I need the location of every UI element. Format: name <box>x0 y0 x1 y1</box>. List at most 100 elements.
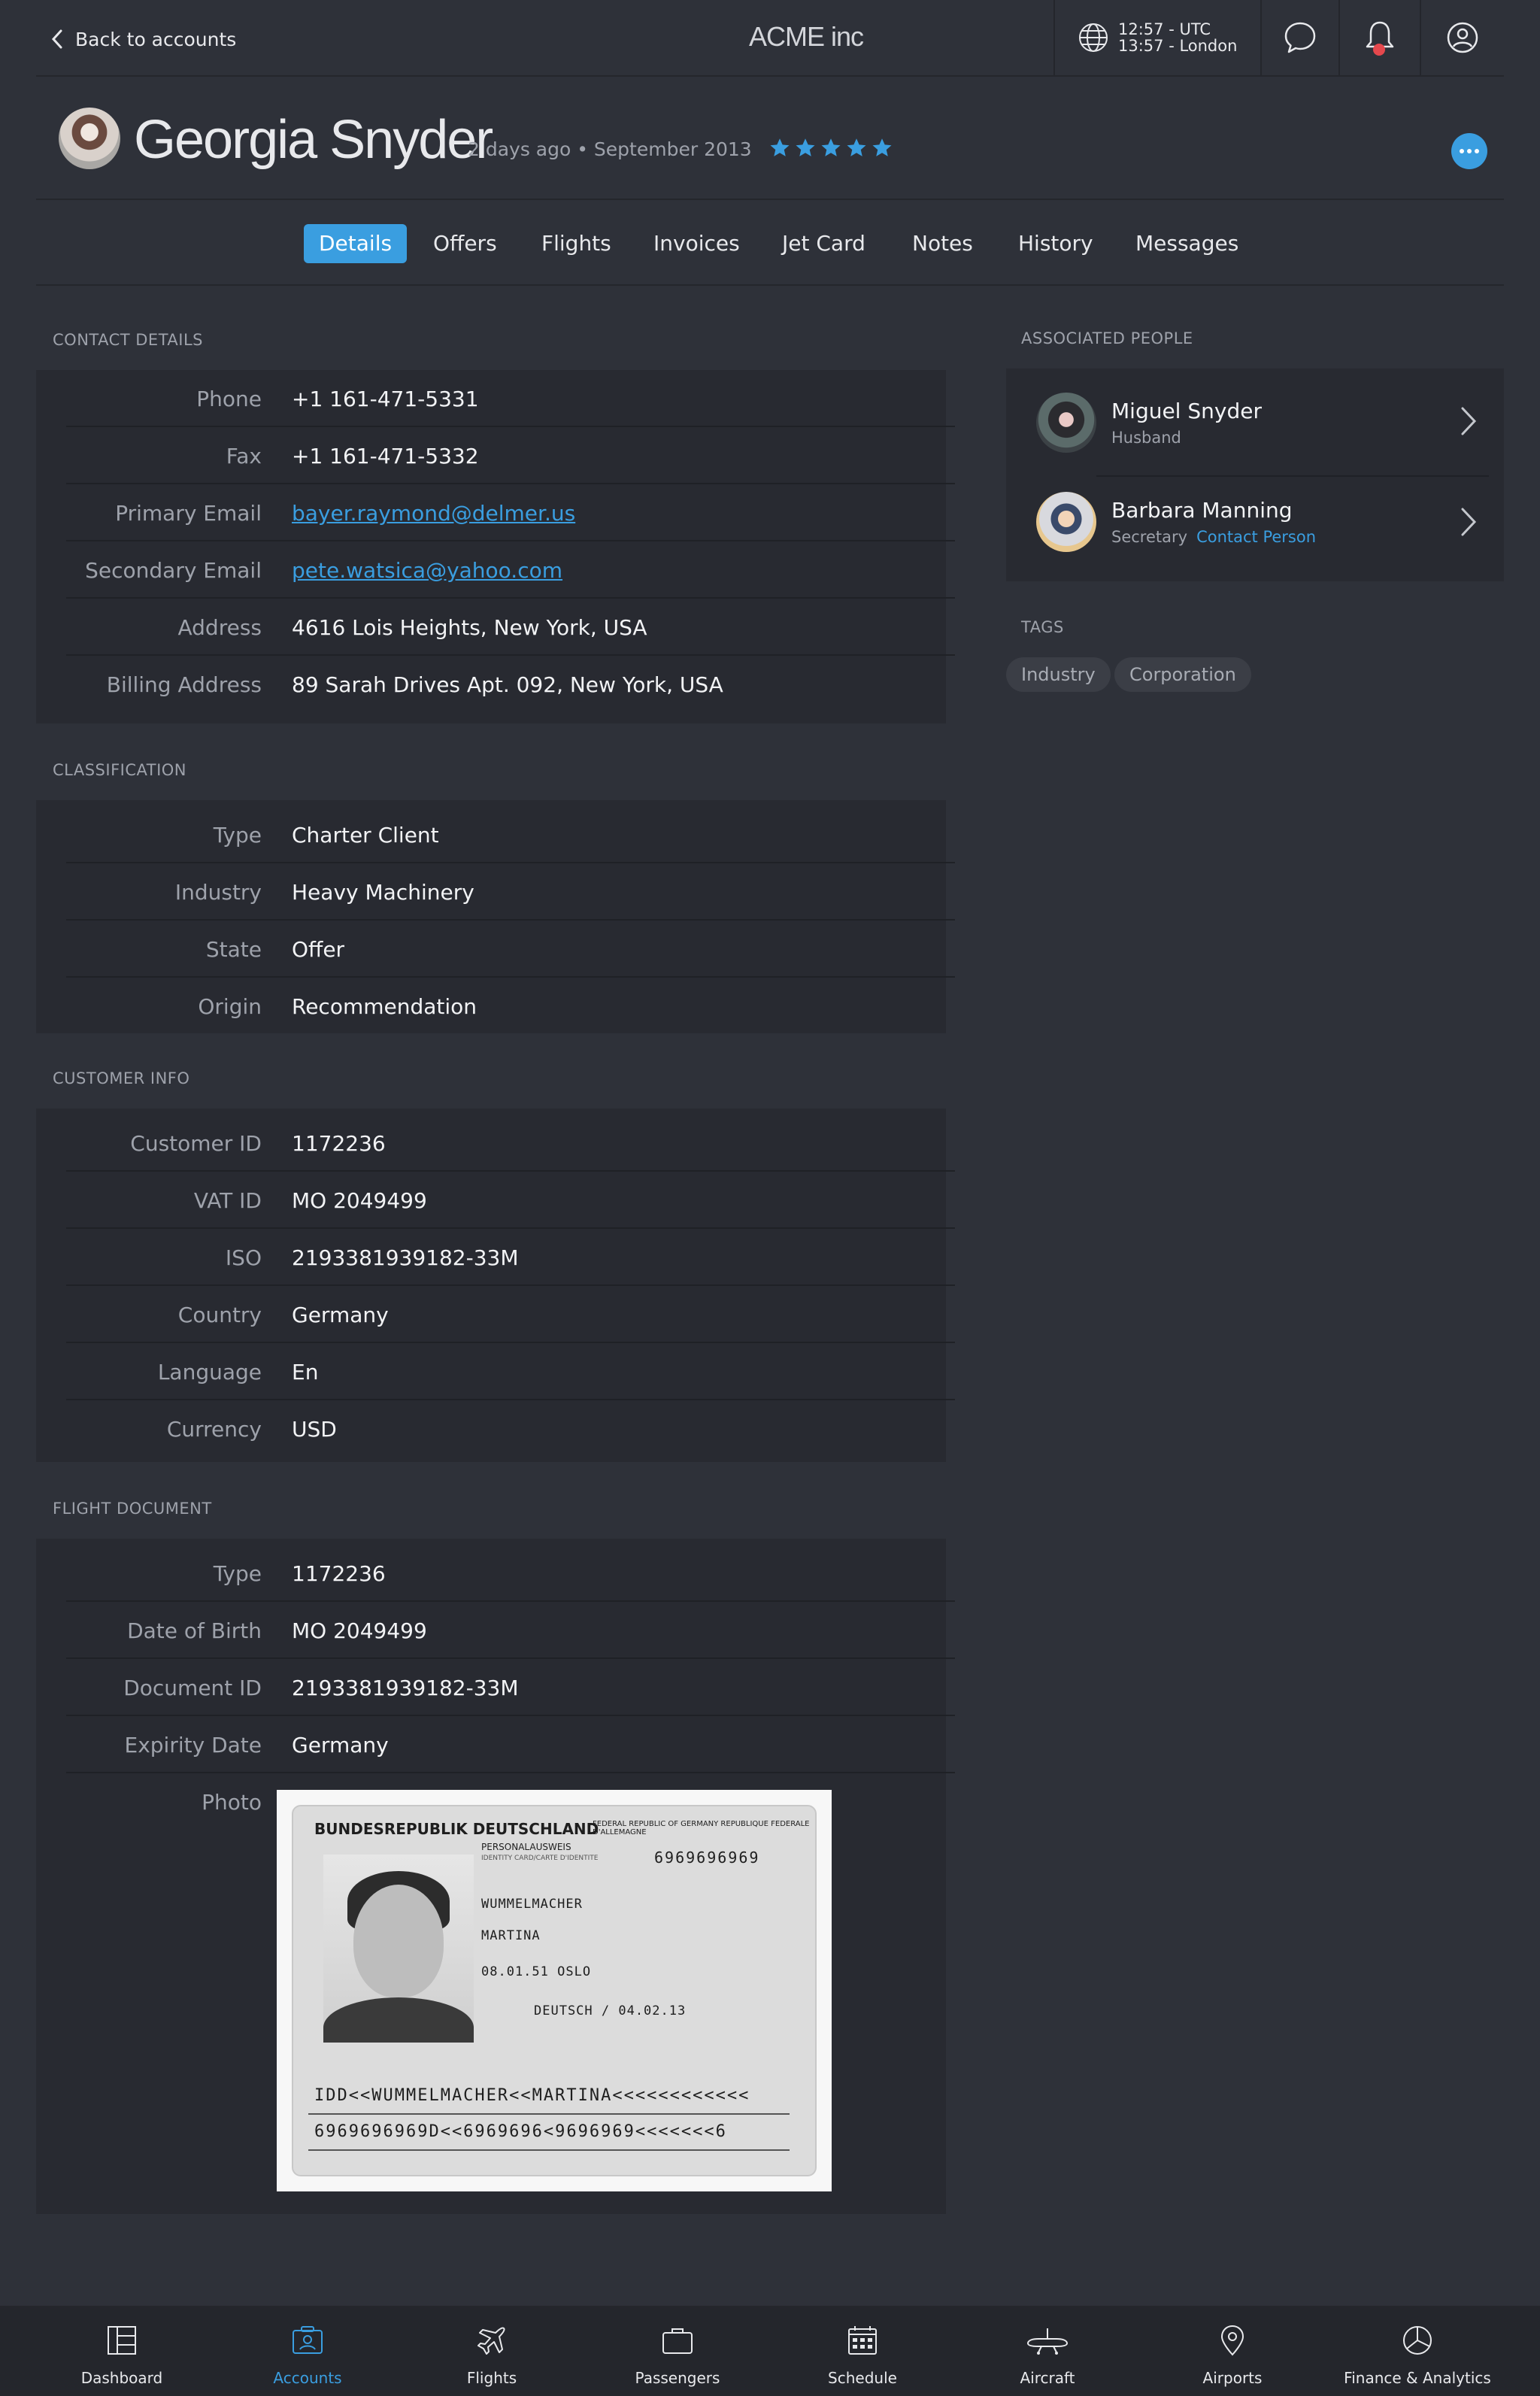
phone-value: +1 161-471-5331 <box>292 387 479 411</box>
detail-row-fax: Fax +1 161-471-5332 <box>66 427 955 484</box>
row-label: State <box>205 937 262 962</box>
location-pin-icon <box>1220 2325 1244 2356</box>
country-value: Germany <box>292 1303 389 1327</box>
tab-invoices[interactable]: Invoices <box>638 224 755 263</box>
id-card-nationality-expiry: DEUTSCH / 04.02.13 <box>534 2003 687 2018</box>
tab-notes[interactable]: Notes <box>897 224 988 263</box>
secondary-email-link[interactable]: pete.watsica@yahoo.com <box>292 558 562 583</box>
detail-row-industry: Industry Heavy Machinery <box>66 863 955 920</box>
flight-document-heading: FLIGHT DOCUMENT <box>53 1500 212 1518</box>
detail-row-customer-id: Customer ID 1172236 <box>66 1115 955 1172</box>
id-card-mrz-line-2: 6969696969D<<6969696<9696969<<<<<<<6 <box>314 2122 727 2141</box>
user-profile-button[interactable] <box>1420 0 1504 75</box>
nav-airports[interactable]: Airports <box>1140 2306 1325 2396</box>
row-label: Origin <box>198 994 262 1019</box>
tab-details[interactable]: Details <box>304 224 408 263</box>
language-value: En <box>292 1360 319 1385</box>
detail-row-primary-email: Primary Email bayer.raymond@delmer.us <box>66 484 955 541</box>
id-card-header-right: FEDERAL REPUBLIC OF GERMANY REPUBLIQUE F… <box>593 1820 810 1836</box>
user-icon <box>1447 22 1478 53</box>
id-card-birth: 08.01.51 OSLO <box>481 1964 592 1979</box>
detail-row-billing-address: Billing Address 89 Sarah Drives Apt. 092… <box>66 656 955 713</box>
star-icon <box>796 138 815 156</box>
back-to-accounts-link[interactable]: Back to accounts <box>51 24 236 54</box>
tag-corporation[interactable]: Corporation <box>1114 657 1251 692</box>
notifications-button[interactable] <box>1338 0 1420 75</box>
nav-flights[interactable]: Flights <box>399 2306 584 2396</box>
id-card-header: BUNDESREPUBLIK DEUTSCHLAND <box>314 1820 599 1838</box>
chat-button[interactable] <box>1260 0 1338 75</box>
clock-widget[interactable]: 12:57 - UTC 13:57 - London <box>1053 0 1260 75</box>
currency-value: USD <box>292 1417 337 1442</box>
row-label: Fax <box>226 444 262 469</box>
primary-email-link[interactable]: bayer.raymond@delmer.us <box>292 501 575 526</box>
nav-finance-analytics[interactable]: Finance & Analytics <box>1325 2306 1510 2396</box>
id-card-given-name: MARTINA <box>481 1928 541 1943</box>
detail-row-expiry-date: Expirity Date Germany <box>66 1716 955 1773</box>
classification-card: Type Charter Client Industry Heavy Machi… <box>36 800 955 1033</box>
clock-utc: 12:57 - UTC <box>1118 20 1211 38</box>
person-item-miguel-snyder[interactable]: Miguel Snyder Husband <box>1006 368 1504 475</box>
row-label: Address <box>177 615 262 640</box>
row-label: Customer ID <box>130 1131 262 1156</box>
nav-schedule[interactable]: Schedule <box>770 2306 955 2396</box>
nav-aircraft[interactable]: Aircraft <box>955 2306 1140 2396</box>
fax-value: +1 161-471-5332 <box>292 444 479 469</box>
customer-id-value: 1172236 <box>292 1131 386 1156</box>
accounts-icon <box>293 2326 323 2354</box>
avatar <box>1036 393 1096 453</box>
origin-value: Recommendation <box>292 994 477 1019</box>
tab-flights[interactable]: Flights <box>526 224 626 263</box>
tab-messages[interactable]: Messages <box>1120 224 1254 263</box>
document-id-value: 2193381939182-33M <box>292 1676 519 1700</box>
person-item-barbara-manning[interactable]: Barbara Manning Secretary Contact Person <box>1006 477 1504 584</box>
briefcase-icon <box>662 2328 693 2354</box>
row-label: Date of Birth <box>127 1618 262 1643</box>
pie-chart-icon <box>1403 2326 1432 2355</box>
id-card-type: PERSONALAUSWEIS <box>481 1842 571 1852</box>
row-label: Industry <box>174 880 262 905</box>
tab-offers[interactable]: Offers <box>418 224 512 263</box>
row-label: Expirity Date <box>124 1733 262 1758</box>
tag-industry[interactable]: Industry <box>1006 657 1111 692</box>
nav-label: Dashboard <box>80 2369 163 2387</box>
row-label: ISO <box>225 1245 262 1270</box>
nav-dashboard[interactable]: Dashboard <box>29 2306 214 2396</box>
star-icon <box>847 138 866 156</box>
bottom-navigation: Dashboard Accounts Flights Passengers Sc… <box>0 2306 1540 2396</box>
classification-heading: CLASSIFICATION <box>53 761 186 779</box>
avatar <box>1036 492 1096 552</box>
billing-address-value: 89 Sarah Drives Apt. 092, New York, USA <box>292 672 723 697</box>
detail-row-phone: Phone +1 161-471-5331 <box>66 370 955 427</box>
profile-meta: 2 days ago • September 2013 <box>468 138 752 160</box>
aircraft-icon <box>1026 2328 1069 2355</box>
id-card-number: 6969696969 <box>654 1849 760 1867</box>
notification-badge <box>1373 44 1385 56</box>
nav-label: Accounts <box>273 2369 342 2387</box>
nav-passengers[interactable]: Passengers <box>585 2306 770 2396</box>
avatar <box>59 108 120 169</box>
tab-jet-card[interactable]: Jet Card <box>767 224 881 263</box>
nav-accounts[interactable]: Accounts <box>215 2306 400 2396</box>
contact-details-card: Phone +1 161-471-5331 Fax +1 161-471-533… <box>36 370 955 723</box>
more-options-button[interactable] <box>1451 133 1487 169</box>
detail-row-vat-id: VAT ID MO 2049499 <box>66 1172 955 1229</box>
calendar-icon <box>848 2326 877 2355</box>
person-role: Husband <box>1111 429 1181 447</box>
tab-history[interactable]: History <box>1003 224 1108 263</box>
nav-label: Flights <box>466 2369 517 2387</box>
dashboard-icon <box>108 2326 136 2355</box>
star-icon <box>770 138 790 156</box>
detail-row-type: Type Charter Client <box>66 806 955 863</box>
passport-photo[interactable]: BUNDESREPUBLIK DEUTSCHLAND FEDERAL REPUB… <box>277 1790 832 2191</box>
detail-row-address: Address 4616 Lois Heights, New York, USA <box>66 599 955 656</box>
nav-label: Finance & Analytics <box>1344 2369 1491 2387</box>
detail-row-secondary-email: Secondary Email pete.watsica@yahoo.com <box>66 541 955 599</box>
more-dots-icon <box>1460 149 1464 153</box>
detail-row-language: Language En <box>66 1343 955 1400</box>
address-value: 4616 Lois Heights, New York, USA <box>292 615 647 640</box>
detail-row-state: State Offer <box>66 920 955 978</box>
row-label: Language <box>157 1360 262 1385</box>
vat-id-value: MO 2049499 <box>292 1188 427 1213</box>
row-label: Phone <box>196 387 262 411</box>
